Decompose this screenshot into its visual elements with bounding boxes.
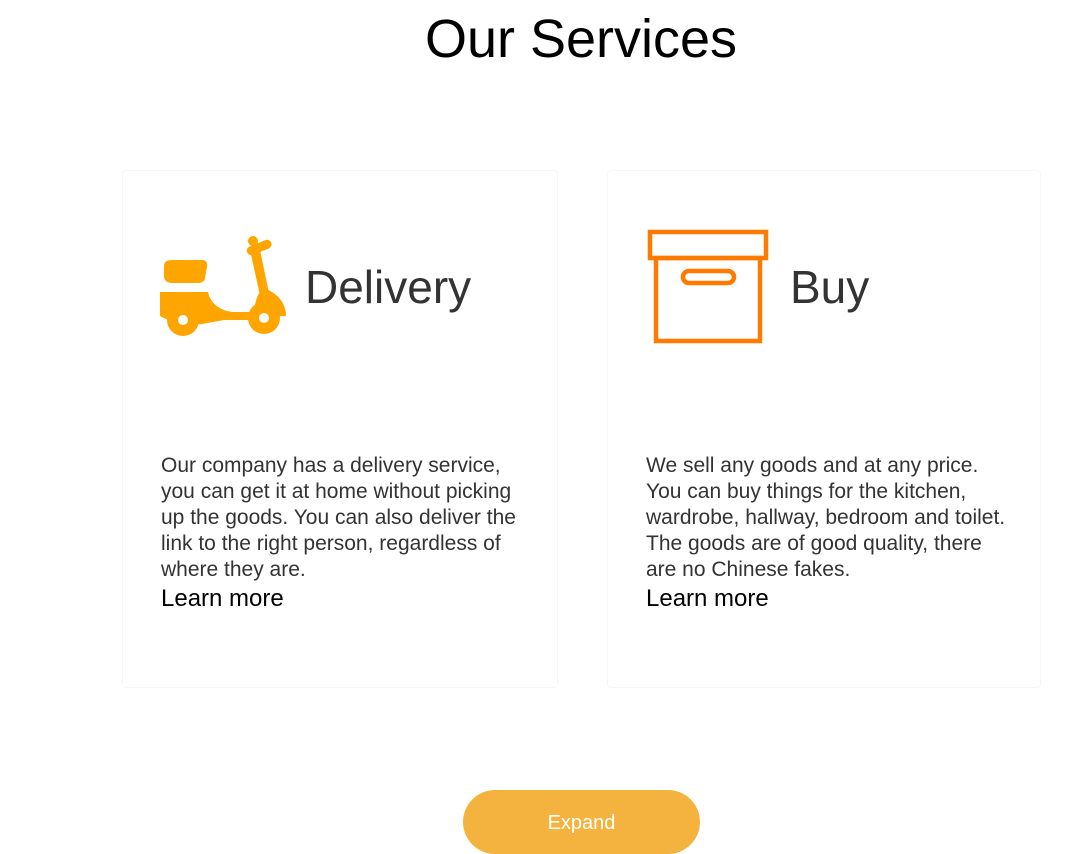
expand-button[interactable]: Expand <box>463 790 700 854</box>
service-description: Our company has a delivery service, you … <box>161 454 516 581</box>
service-description: We sell any goods and at any price. You … <box>646 454 1006 581</box>
service-description-block: Our company has a delivery service, you … <box>161 453 521 613</box>
page-title: Our Services <box>424 9 738 69</box>
learn-more-link[interactable]: Learn more <box>161 585 521 613</box>
service-card-delivery: Delivery Our company has a delivery serv… <box>122 170 558 688</box>
service-title: Buy <box>790 261 870 313</box>
scooter-icon <box>160 226 286 347</box>
box-icon <box>646 228 770 348</box>
learn-more-link[interactable]: Learn more <box>646 585 1016 613</box>
service-card-buy: Buy We sell any goods and at any price. … <box>607 170 1041 688</box>
service-description-block: We sell any goods and at any price. You … <box>646 453 1016 613</box>
service-title: Delivery <box>305 261 472 313</box>
